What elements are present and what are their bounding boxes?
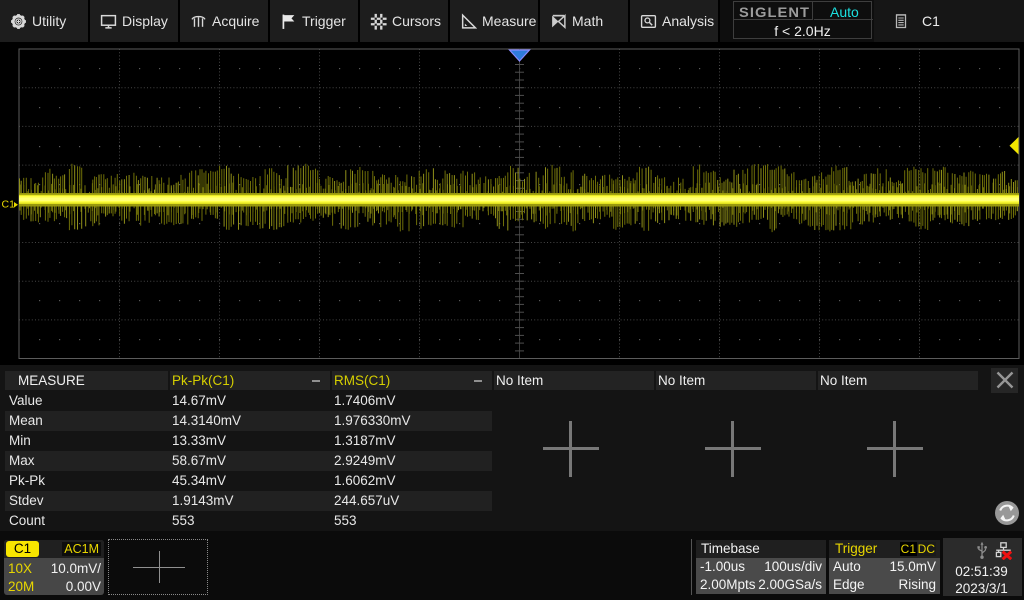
svg-text:C1: C1 bbox=[2, 199, 16, 211]
